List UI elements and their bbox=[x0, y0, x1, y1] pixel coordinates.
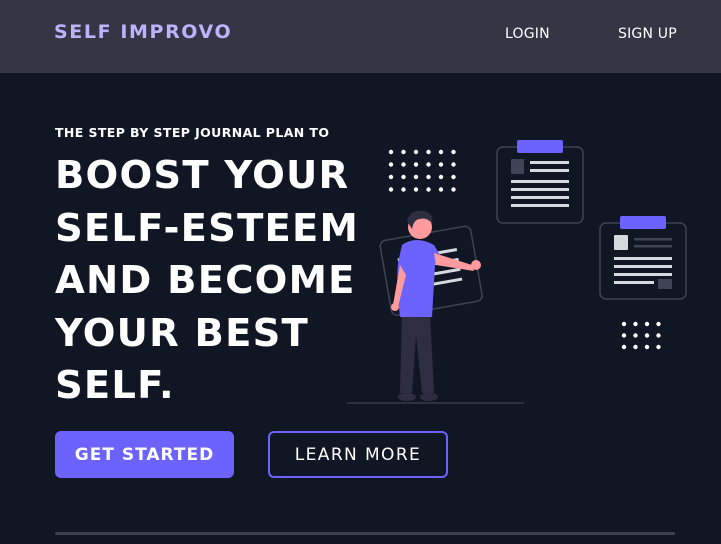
dot bbox=[426, 174, 431, 180]
dot bbox=[633, 344, 638, 350]
dot-grid-icon bbox=[388, 149, 456, 192]
dot bbox=[451, 149, 456, 155]
dot bbox=[413, 149, 419, 155]
headline-line: SELF-ESTEEM bbox=[55, 205, 360, 251]
dot bbox=[438, 149, 444, 155]
dot bbox=[388, 187, 394, 192]
dot bbox=[644, 344, 650, 350]
top-navbar: SELF IMPROVO LOGIN SIGN UP bbox=[0, 0, 721, 73]
dot bbox=[426, 149, 431, 155]
hero-illustration bbox=[347, 140, 687, 404]
dot bbox=[413, 162, 419, 167]
dot bbox=[633, 321, 638, 327]
headline-line: SELF. bbox=[55, 363, 175, 408]
dot bbox=[388, 174, 394, 180]
dot bbox=[388, 149, 394, 155]
hero-eyebrow: THE STEP BY STEP JOURNAL PLAN TO bbox=[55, 125, 330, 140]
headline-line: AND BECOME bbox=[55, 258, 356, 303]
section-divider bbox=[55, 532, 675, 535]
learn-more-button[interactable]: LEARN MORE bbox=[268, 431, 448, 478]
dot bbox=[644, 321, 650, 327]
dot bbox=[401, 162, 406, 167]
dot bbox=[401, 187, 406, 192]
login-link[interactable]: LOGIN bbox=[505, 26, 550, 42]
dot bbox=[644, 333, 650, 338]
headline-line: BOOST YOUR bbox=[55, 153, 350, 198]
dot bbox=[656, 321, 661, 327]
dot-grid-icon bbox=[621, 321, 661, 350]
dot bbox=[413, 187, 419, 192]
person-illustration bbox=[379, 210, 483, 401]
dot bbox=[426, 187, 431, 192]
dot bbox=[451, 187, 456, 192]
clipboard-icon bbox=[599, 216, 687, 300]
dot bbox=[451, 174, 456, 180]
dot bbox=[451, 162, 456, 167]
dot bbox=[621, 321, 627, 327]
dot bbox=[621, 333, 627, 338]
get-started-button[interactable]: GET STARTED bbox=[55, 431, 234, 478]
clipboard-icon bbox=[496, 140, 584, 224]
headline-line: YOUR BEST bbox=[55, 310, 309, 356]
dot bbox=[633, 333, 638, 338]
dot bbox=[413, 174, 419, 180]
dot bbox=[438, 174, 444, 180]
dot bbox=[438, 162, 444, 167]
dot bbox=[656, 333, 661, 338]
dot bbox=[656, 344, 661, 350]
hero-headline: BOOST YOUR SELF-ESTEEM AND BECOME YOUR B… bbox=[55, 150, 375, 413]
dot bbox=[401, 149, 406, 155]
dot bbox=[426, 162, 431, 167]
brand-logo[interactable]: SELF IMPROVO bbox=[54, 21, 232, 43]
signup-link[interactable]: SIGN UP bbox=[618, 26, 677, 42]
dot bbox=[401, 174, 406, 180]
dot bbox=[621, 344, 627, 350]
dot bbox=[388, 162, 394, 167]
dot bbox=[438, 187, 444, 192]
